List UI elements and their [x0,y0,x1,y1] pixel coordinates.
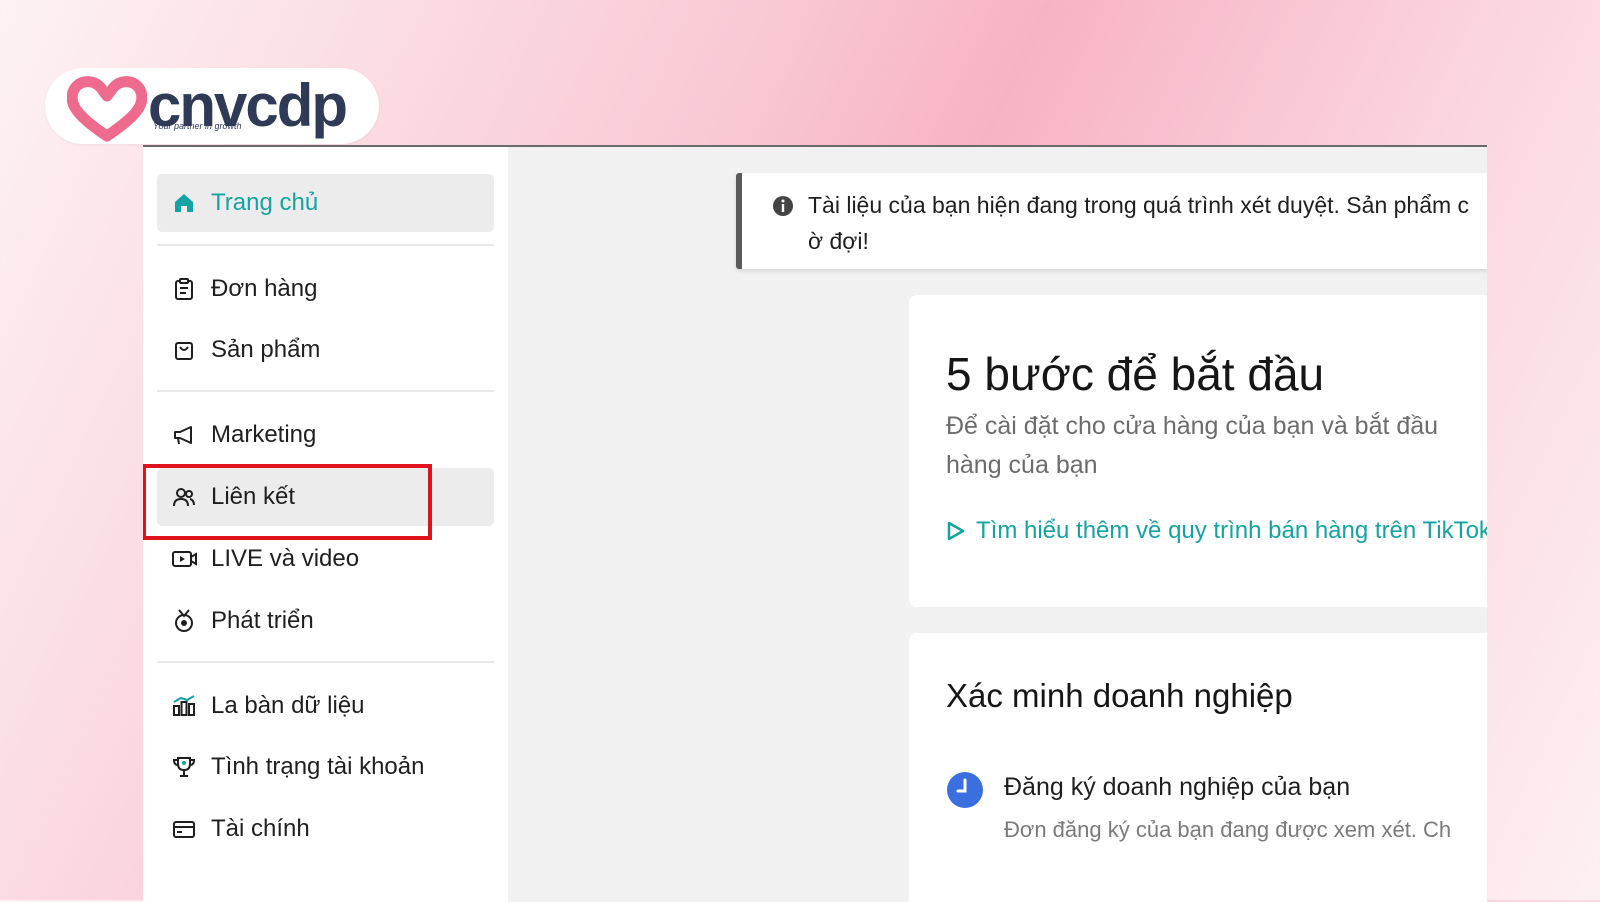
sidebar: Trang chủ Đơn hàng Sản phẩm Marketing Li… [143,147,508,902]
trophy-icon [171,754,197,780]
sidebar-item-label: La bàn dữ liệu [211,692,365,719]
sidebar-item-label: Marketing [211,421,317,448]
clipboard-icon [171,276,197,302]
app-window: Trang chủ Đơn hàng Sản phẩm Marketing Li… [143,145,1487,902]
highlight-box [143,464,432,540]
sidebar-item-products[interactable]: Sản phẩm [157,321,494,379]
sidebar-item-finance[interactable]: Tài chính [157,800,494,858]
clock-icon [947,772,983,808]
shopping-bag-icon [171,337,197,363]
brand-name: cnvcdp [148,72,348,139]
sidebar-item-orders[interactable]: Đơn hàng [157,260,494,318]
info-icon [772,195,794,222]
notice-text-line1: Tài liệu của bạn hiện đang trong quá trì… [808,192,1470,218]
learn-more-link-label: Tìm hiểu thêm về quy trình bán hàng trên… [976,517,1487,544]
getting-started-subtitle-line1: Để cài đặt cho cửa hàng của bạn và bắt đ… [946,412,1439,440]
sidebar-divider [157,661,494,663]
getting-started-subtitle-line2: hàng của bạn [946,451,1098,479]
sidebar-item-label: Phát triển [211,607,314,634]
sidebar-item-label: Đơn hàng [211,275,318,302]
growth-medal-icon [171,608,197,634]
megaphone-icon [171,422,197,448]
heart-logo-icon [67,76,147,142]
verification-title: Xác minh doanh nghiệp [946,677,1293,714]
brand-tagline: Your partner in growth [153,121,242,131]
sidebar-item-label: LIVE và video [211,545,360,572]
sidebar-divider [157,390,494,392]
business-verification-card: Xác minh doanh nghiệp Đăng ký doanh nghi… [909,633,1487,902]
sidebar-divider [157,244,494,246]
sidebar-item-label: Sản phẩm [211,336,321,363]
sidebar-item-marketing[interactable]: Marketing [157,406,494,464]
bar-chart-icon [171,693,197,719]
review-notice: Tài liệu của bạn hiện đang trong quá trì… [736,173,1487,269]
sidebar-item-home[interactable]: Trang chủ [157,174,494,232]
getting-started-title: 5 bước để bắt đầu [946,348,1325,400]
wallet-icon [171,816,197,842]
video-icon [171,546,197,572]
sidebar-item-growth[interactable]: Phát triển [157,592,494,650]
verification-step-desc: Đơn đăng ký của bạn đang được xem xét. C… [1004,817,1452,842]
getting-started-card: 5 bước để bắt đầu Để cài đặt cho cửa hàn… [909,295,1487,607]
learn-more-link[interactable]: Tìm hiểu thêm về quy trình bán hàng trên… [946,517,1487,545]
sidebar-item-label: Trang chủ [211,189,319,216]
verification-step-title: Đăng ký doanh nghiệp của bạn [1004,773,1351,801]
brand-logo: cnvcdp Your partner in growth [45,68,379,144]
sidebar-item-label: Tình trạng tài khoản [211,753,425,780]
sidebar-item-label: Tài chính [211,815,310,842]
sidebar-item-account-status[interactable]: Tình trạng tài khoản [157,738,494,796]
home-icon [171,190,197,216]
sidebar-item-data-compass[interactable]: La bàn dữ liệu [157,677,494,735]
notice-text-line2: ờ đợi! [808,228,869,254]
play-icon [947,521,965,541]
